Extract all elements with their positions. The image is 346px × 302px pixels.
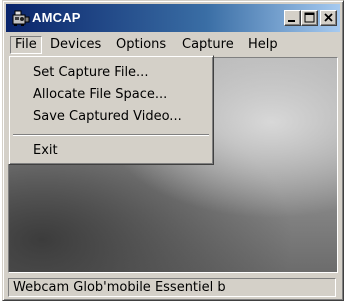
- menu-options[interactable]: Options: [112, 36, 170, 54]
- menu-item-set-capture-file[interactable]: Set Capture File...: [11, 63, 211, 83]
- menu-devices[interactable]: Devices: [46, 36, 105, 54]
- file-menu-dropdown: Set Capture File... Allocate File Space.…: [8, 55, 214, 165]
- window-title: AMCAP: [32, 10, 81, 25]
- menu-help[interactable]: Help: [244, 36, 282, 54]
- menu-separator: [13, 134, 209, 136]
- maximize-button[interactable]: [301, 10, 318, 26]
- menu-capture[interactable]: Capture: [178, 36, 238, 54]
- minimize-icon: [288, 20, 295, 22]
- menu-item-allocate-file-space[interactable]: Allocate File Space...: [11, 85, 211, 105]
- minimize-button[interactable]: [284, 10, 301, 26]
- title-bar[interactable]: AMCAP: [6, 4, 340, 32]
- status-text: Webcam Glob'mobile Essentiel b: [8, 278, 336, 297]
- status-bar: Webcam Glob'mobile Essentiel b: [6, 276, 340, 298]
- menu-item-exit[interactable]: Exit: [11, 141, 211, 161]
- menu-bar: File Devices Options Capture Help: [6, 34, 340, 56]
- close-icon: [324, 13, 333, 22]
- menu-file[interactable]: File: [10, 36, 42, 54]
- close-button[interactable]: [320, 10, 337, 26]
- maximize-icon: [304, 12, 315, 23]
- webcam-app-icon[interactable]: [12, 9, 30, 27]
- menu-item-save-captured-video[interactable]: Save Captured Video...: [11, 107, 211, 127]
